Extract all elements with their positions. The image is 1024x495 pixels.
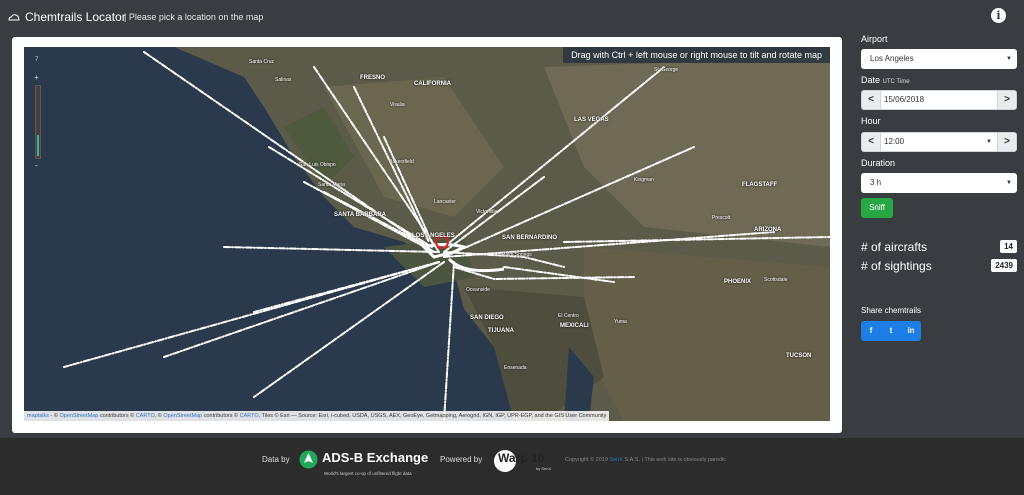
maptalks-link[interactable]: maptalks — [27, 413, 49, 419]
facebook-share-button[interactable]: f — [861, 321, 881, 341]
map-label: LAS VEGAS — [574, 117, 609, 123]
map-card: Santa Cruz Salinas FRESNO CALIFORNIA Vis… — [12, 37, 842, 433]
date-stepper: < 15/06/2018 > — [861, 90, 1017, 110]
map-label: SANTA BARBARA — [334, 212, 386, 218]
map-label: St. George — [654, 67, 679, 73]
map-label: PHOENIX — [724, 279, 752, 285]
attribution-text: , Tiles © Esri — Source: Esri, i-cubed, … — [258, 413, 607, 419]
osm-link[interactable]: OpenStreetMap — [59, 413, 98, 419]
sniff-button[interactable]: Sniff — [861, 198, 893, 218]
hour-next-button[interactable]: > — [997, 132, 1017, 152]
map-label: FRESNO — [360, 75, 386, 81]
map-label: ARIZONA — [754, 227, 782, 233]
zoom-slider[interactable] — [35, 85, 41, 159]
hour-stepper: < 12:00 ▼ > — [861, 132, 1017, 152]
app-title: Chemtrails Locator — [25, 10, 126, 24]
duration-select[interactable]: 3 h ▼ — [861, 173, 1017, 193]
hour-value: 12:00 — [884, 137, 905, 146]
cloud-icon — [8, 14, 20, 21]
map-label: Santa Cruz — [249, 59, 275, 65]
adsb-tagline: World's largest co-op of unfiltered flig… — [324, 471, 412, 476]
copyright-prefix: Copyright © 2019 — [565, 457, 610, 463]
map-label: LOS ANGELES — [412, 233, 455, 239]
airport-select[interactable]: Los Angeles ▼ — [861, 49, 1017, 69]
sightings-label: # of sightings — [861, 259, 932, 273]
map-label: San Luis Obispo — [299, 162, 336, 168]
map-label: SAN DIEGO — [470, 315, 504, 321]
caret-down-icon: ▼ — [986, 139, 992, 145]
sightings-count-badge: 2439 — [991, 259, 1017, 272]
date-label-text: Date — [861, 75, 881, 85]
hour-prev-button[interactable]: < — [861, 132, 881, 152]
map-label: Scottsdale — [764, 277, 788, 283]
map-label: Lancaster — [434, 199, 456, 205]
map-label: Bakersfield — [389, 159, 414, 165]
copyright: Copyright © 2019 SenX S.A.S. | This web … — [565, 457, 726, 463]
carto-link[interactable]: CARTO — [240, 413, 259, 419]
header-hint: | Please pick a location on the map — [124, 12, 264, 22]
aircrafts-label: # of aircrafts — [861, 240, 928, 254]
zoom-control: 7 + - — [32, 57, 44, 175]
map-label: SAN BERNARDINO — [502, 235, 558, 241]
aircrafts-count-badge: 14 — [1000, 240, 1017, 253]
senx-link[interactable]: SenX — [609, 457, 622, 463]
share-buttons: f t in — [861, 321, 921, 341]
attribution-text: contributors © — [202, 413, 240, 419]
warp10-name[interactable]: Warp 10 — [498, 451, 544, 465]
airport-label: Airport — [861, 34, 888, 44]
linkedin-share-button[interactable]: in — [901, 321, 921, 341]
map-label: TIJUANA — [488, 328, 515, 334]
map-label: CALIFORNIA — [414, 81, 451, 87]
caret-down-icon: ▼ — [1006, 56, 1012, 62]
map-label: Salinas — [275, 77, 292, 83]
map-label: Palm Springs — [502, 252, 532, 258]
map-label: Prescott — [712, 215, 731, 221]
twitter-share-button[interactable]: t — [881, 321, 901, 341]
map-label: Ensenada — [504, 365, 527, 371]
osm-link[interactable]: OpenStreetMap — [163, 413, 202, 419]
date-input[interactable]: 15/06/2018 — [881, 90, 997, 110]
copyright-suffix: S.A.S. | This web site is obviously paro… — [622, 457, 727, 463]
date-label-sub: UTC Time — [882, 79, 910, 85]
zoom-in-button[interactable]: + — [34, 73, 39, 82]
header: Chemtrails Locator | Please pick a locat… — [0, 0, 1024, 34]
zoom-out-button[interactable]: - — [35, 161, 38, 170]
date-next-button[interactable]: > — [997, 90, 1017, 110]
map-label: MEXICALI — [560, 323, 589, 329]
attribution-text: contributors © — [98, 413, 136, 419]
hour-label: Hour — [861, 116, 881, 126]
date-label: Date UTC Time — [861, 75, 910, 85]
map-label: El Centro — [558, 313, 579, 319]
map-label: TUCSON — [786, 353, 812, 359]
map-label: FLAGSTAFF — [742, 182, 778, 188]
zoom-slider-fill — [37, 135, 39, 156]
map-label: Oceanside — [466, 287, 490, 293]
map-label: Santa Maria — [318, 182, 345, 188]
map-label: Yuma — [614, 319, 627, 325]
footer: Data by ADS-B Exchange World's largest c… — [0, 438, 1024, 495]
warp10-sub: by SenX — [536, 466, 552, 471]
map-view[interactable]: Santa Cruz Salinas FRESNO CALIFORNIA Vis… — [24, 47, 830, 421]
data-by-label: Data by — [262, 455, 290, 464]
brand[interactable]: Chemtrails Locator — [8, 10, 126, 24]
attribution-text: - © — [49, 413, 60, 419]
map-hint: Drag with Ctrl + left mouse or right mou… — [563, 47, 830, 63]
map-attribution: maptalks - © OpenStreetMap contributors … — [24, 411, 610, 421]
info-icon[interactable]: i — [991, 8, 1006, 23]
map-label: Visalia — [390, 102, 405, 108]
caret-down-icon: ▼ — [1006, 180, 1012, 186]
map-label: Victorville — [476, 209, 498, 215]
share-label: Share chemtrails — [861, 306, 922, 315]
adsb-name[interactable]: ADS-B Exchange — [322, 450, 428, 465]
carto-link[interactable]: CARTO — [136, 413, 155, 419]
zoom-level: 7 — [35, 57, 39, 63]
airport-value: Los Angeles — [870, 54, 914, 63]
duration-label: Duration — [861, 158, 896, 168]
map-label: Kingman — [634, 177, 654, 183]
date-prev-button[interactable]: < — [861, 90, 881, 110]
powered-by-label: Powered by — [440, 455, 483, 464]
adsb-logo-icon[interactable] — [299, 450, 318, 469]
duration-value: 3 h — [870, 178, 882, 187]
hour-select[interactable]: 12:00 ▼ — [881, 132, 997, 152]
